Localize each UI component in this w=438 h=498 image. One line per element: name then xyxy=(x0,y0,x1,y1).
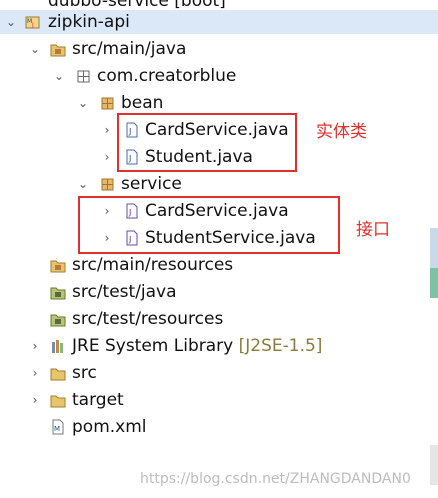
source-folder-icon xyxy=(50,287,66,300)
maven-project-icon: M J xyxy=(25,16,40,29)
project-name: zipkin-api xyxy=(48,12,130,32)
chevron-down-icon[interactable]: ⌄ xyxy=(76,94,90,112)
chevron-down-icon[interactable]: ⌄ xyxy=(76,175,90,193)
chevron-right-icon[interactable]: › xyxy=(28,337,42,355)
chevron-right-icon[interactable]: › xyxy=(28,364,42,382)
chevron-right-icon[interactable]: › xyxy=(28,391,42,409)
package-icon xyxy=(101,97,114,110)
tree-item-label: JRE System Library [J2SE-1.5] xyxy=(72,334,322,358)
source-folder-icon xyxy=(50,314,66,327)
scrollbar-track[interactable] xyxy=(430,445,438,485)
library-icon xyxy=(52,340,63,353)
jre-name: JRE System Library xyxy=(72,336,234,356)
annotation-interface-label: 接口 xyxy=(356,220,390,240)
tree-item-label: src/test/java xyxy=(72,282,177,302)
tree-item-label: bean xyxy=(121,93,164,113)
folder-icon xyxy=(50,368,66,381)
tree-item-label: src/test/resources xyxy=(72,309,224,329)
scrollbar-thumb[interactable] xyxy=(430,228,438,268)
package-icon xyxy=(101,178,114,191)
chevron-right-icon[interactable]: › xyxy=(100,148,114,166)
package-icon xyxy=(77,70,90,83)
maven-pom-icon: M xyxy=(52,419,64,435)
chevron-right-icon[interactable]: › xyxy=(100,121,114,139)
tree-item-zipkin-api[interactable]: ⌄ M J zipkin-api xyxy=(0,10,438,34)
tree-item-label: src/main/resources xyxy=(72,255,234,275)
tree-item-label: target xyxy=(72,390,124,410)
chevron-down-icon[interactable]: ⌄ xyxy=(52,67,66,85)
source-folder-icon xyxy=(50,44,66,57)
annotation-box-entity xyxy=(117,113,297,172)
folder-icon xyxy=(50,395,66,408)
tree-item-label: src/main/java xyxy=(72,39,187,59)
tree-item-label: pom.xml xyxy=(72,417,147,437)
annotation-entity-label: 实体类 xyxy=(316,122,367,142)
jre-version: [J2SE-1.5] xyxy=(238,336,323,356)
source-folder-icon xyxy=(50,260,66,273)
svg-text:J: J xyxy=(31,22,34,29)
scrollbar-marker xyxy=(430,268,438,298)
chevron-down-icon[interactable]: ⌄ xyxy=(4,13,18,31)
tree-item-label: service xyxy=(121,174,182,194)
annotation-box-interface xyxy=(78,196,340,254)
chevron-down-icon[interactable]: ⌄ xyxy=(28,40,42,58)
watermark: https://blog.csdn.net/ZHANGDANDAN0 xyxy=(140,471,411,487)
svg-text:M: M xyxy=(54,425,60,433)
tree-item-label: src xyxy=(72,363,97,383)
tree-item-label: com.creatorblue xyxy=(97,66,237,86)
